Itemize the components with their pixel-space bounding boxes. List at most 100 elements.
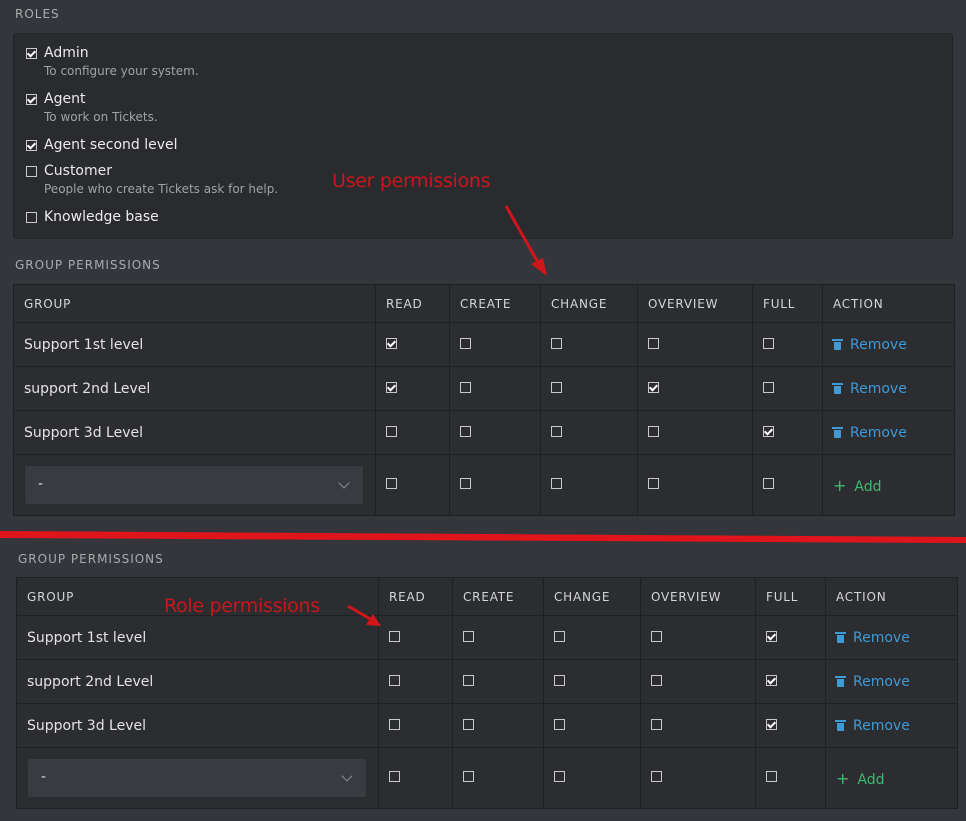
checkbox-icon[interactable] xyxy=(766,718,777,730)
add-button[interactable]: + Add xyxy=(836,769,885,788)
checkbox-icon[interactable] xyxy=(463,771,474,782)
checkbox-icon[interactable] xyxy=(651,718,662,730)
perm-create-cell[interactable] xyxy=(452,703,544,748)
perm-overview-cell[interactable] xyxy=(637,366,753,411)
group-select[interactable]: - xyxy=(27,758,367,798)
perm-full-cell[interactable] xyxy=(755,659,826,704)
checkbox-icon[interactable] xyxy=(554,771,565,782)
perm-overview-cell[interactable] xyxy=(637,410,753,455)
checkbox-icon[interactable] xyxy=(648,478,659,489)
perm-create-cell[interactable] xyxy=(452,659,544,704)
remove-button[interactable]: Remove xyxy=(835,718,910,734)
perm-create-cell[interactable] xyxy=(452,615,544,660)
checkbox-icon[interactable] xyxy=(551,425,562,437)
remove-button[interactable]: Remove xyxy=(835,674,910,690)
remove-button[interactable]: Remove xyxy=(832,381,907,397)
perm-read-cell[interactable] xyxy=(375,322,450,367)
perm-full-cell[interactable] xyxy=(752,454,823,516)
perm-overview-cell[interactable] xyxy=(640,615,756,660)
checkbox-icon[interactable] xyxy=(763,425,774,437)
checkbox-icon[interactable] xyxy=(463,718,474,730)
checkbox-icon[interactable] xyxy=(554,674,565,686)
add-button[interactable]: + Add xyxy=(833,476,882,495)
checkbox-icon[interactable] xyxy=(763,478,774,489)
checkbox-icon[interactable] xyxy=(463,630,474,642)
action-cell[interactable]: Remove xyxy=(825,659,958,704)
perm-read-cell[interactable] xyxy=(375,454,450,516)
perm-create-cell[interactable] xyxy=(449,366,541,411)
role-admin-checkbox[interactable] xyxy=(26,48,37,59)
checkbox-icon[interactable] xyxy=(763,337,774,349)
checkbox-icon[interactable] xyxy=(551,337,562,349)
perm-full-cell[interactable] xyxy=(755,747,826,809)
checkbox-icon[interactable] xyxy=(460,478,471,489)
checkbox-icon[interactable] xyxy=(648,381,659,393)
perm-change-cell[interactable] xyxy=(543,747,641,809)
perm-overview-cell[interactable] xyxy=(637,454,753,516)
checkbox-icon[interactable] xyxy=(460,337,471,349)
checkbox-icon[interactable] xyxy=(389,718,400,730)
checkbox-icon[interactable] xyxy=(386,381,397,393)
perm-full-cell[interactable] xyxy=(752,322,823,367)
checkbox-icon[interactable] xyxy=(651,771,662,782)
checkbox-icon[interactable] xyxy=(763,381,774,393)
role-agent-second-level-checkbox[interactable] xyxy=(26,140,37,151)
perm-overview-cell[interactable] xyxy=(640,747,756,809)
checkbox-icon[interactable] xyxy=(386,337,397,349)
action-cell[interactable]: Remove xyxy=(822,410,955,455)
perm-overview-cell[interactable] xyxy=(640,659,756,704)
checkbox-icon[interactable] xyxy=(389,771,400,782)
perm-read-cell[interactable] xyxy=(378,747,453,809)
perm-change-cell[interactable] xyxy=(540,410,638,455)
perm-read-cell[interactable] xyxy=(378,615,453,660)
checkbox-icon[interactable] xyxy=(651,674,662,686)
checkbox-icon[interactable] xyxy=(551,381,562,393)
action-cell[interactable]: + Add xyxy=(825,747,958,809)
checkbox-icon[interactable] xyxy=(386,425,397,437)
checkbox-icon[interactable] xyxy=(463,674,474,686)
checkbox-icon[interactable] xyxy=(766,674,777,686)
perm-change-cell[interactable] xyxy=(540,322,638,367)
checkbox-icon[interactable] xyxy=(766,771,777,782)
role-agent-checkbox[interactable] xyxy=(26,94,37,105)
perm-full-cell[interactable] xyxy=(752,366,823,411)
perm-create-cell[interactable] xyxy=(449,322,541,367)
action-cell[interactable]: Remove xyxy=(822,322,955,367)
group-select[interactable]: - xyxy=(24,465,364,505)
perm-full-cell[interactable] xyxy=(752,410,823,455)
checkbox-icon[interactable] xyxy=(551,478,562,489)
perm-change-cell[interactable] xyxy=(540,454,638,516)
perm-overview-cell[interactable] xyxy=(640,703,756,748)
checkbox-icon[interactable] xyxy=(389,630,400,642)
perm-change-cell[interactable] xyxy=(543,703,641,748)
action-cell[interactable]: Remove xyxy=(825,615,958,660)
perm-change-cell[interactable] xyxy=(540,366,638,411)
checkbox-icon[interactable] xyxy=(648,425,659,437)
perm-change-cell[interactable] xyxy=(543,659,641,704)
checkbox-icon[interactable] xyxy=(554,630,565,642)
action-cell[interactable]: Remove xyxy=(822,366,955,411)
perm-read-cell[interactable] xyxy=(375,410,450,455)
role-customer-checkbox[interactable] xyxy=(26,166,37,177)
checkbox-icon[interactable] xyxy=(766,630,777,642)
action-cell[interactable]: Remove xyxy=(825,703,958,748)
perm-create-cell[interactable] xyxy=(452,747,544,809)
checkbox-icon[interactable] xyxy=(651,630,662,642)
perm-read-cell[interactable] xyxy=(378,703,453,748)
perm-read-cell[interactable] xyxy=(378,659,453,704)
perm-full-cell[interactable] xyxy=(755,703,826,748)
checkbox-icon[interactable] xyxy=(460,425,471,437)
action-cell[interactable]: + Add xyxy=(822,454,955,516)
checkbox-icon[interactable] xyxy=(386,478,397,489)
remove-button[interactable]: Remove xyxy=(832,337,907,353)
perm-read-cell[interactable] xyxy=(375,366,450,411)
perm-overview-cell[interactable] xyxy=(637,322,753,367)
checkbox-icon[interactable] xyxy=(554,718,565,730)
checkbox-icon[interactable] xyxy=(389,674,400,686)
remove-button[interactable]: Remove xyxy=(835,630,910,646)
checkbox-icon[interactable] xyxy=(648,337,659,349)
perm-full-cell[interactable] xyxy=(755,615,826,660)
perm-create-cell[interactable] xyxy=(449,410,541,455)
role-knowledge-base-checkbox[interactable] xyxy=(26,212,37,223)
checkbox-icon[interactable] xyxy=(460,381,471,393)
